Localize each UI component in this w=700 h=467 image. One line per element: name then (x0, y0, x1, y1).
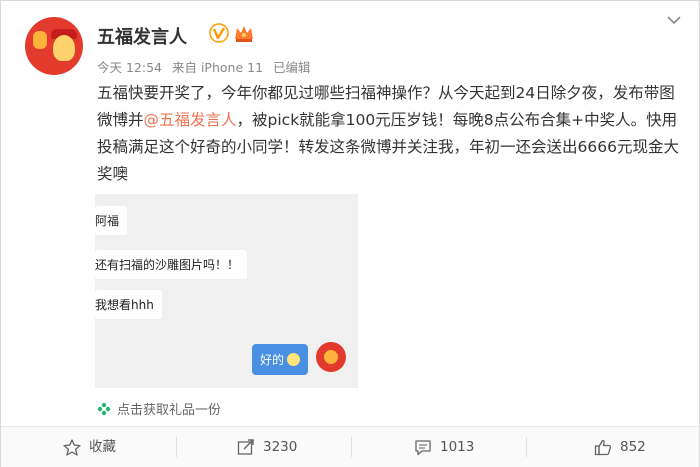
post-meta: 今天 12:54 来自 iPhone 11 已编辑 (97, 57, 317, 76)
member-crown-icon[interactable] (233, 23, 255, 43)
chat-message: 还有扫福的沙雕图片吗！！ (95, 250, 248, 279)
comment-count: 1013 (440, 439, 475, 455)
gift-link[interactable]: 点击获取礼品一份 (97, 399, 221, 418)
chat-reply: 好的 (252, 344, 309, 375)
like-button[interactable]: 852 (594, 427, 646, 467)
avatar[interactable] (25, 17, 83, 75)
post-source[interactable]: 来自 iPhone 11 (172, 60, 263, 75)
chevron-down-icon[interactable] (667, 15, 681, 25)
repost-icon (237, 438, 254, 455)
action-bar: 收藏 3230 1013 852 (1, 426, 699, 467)
post-image[interactable]: 阿福 还有扫福的沙雕图片吗！！ 我想看hhh 好的 (95, 194, 358, 388)
favorite-button[interactable]: 收藏 (63, 427, 116, 467)
chat-reply-text: 好的 (260, 353, 285, 367)
post-time[interactable]: 今天 12:54 (97, 60, 162, 75)
edited-label[interactable]: 已编辑 (273, 60, 311, 75)
like-count: 852 (620, 439, 646, 455)
favorite-label: 收藏 (89, 439, 116, 455)
comment-button[interactable]: 1013 (414, 427, 474, 467)
chat-message: 阿福 (95, 206, 128, 235)
divider (526, 437, 527, 457)
verified-icon (209, 23, 229, 43)
gift-link-label[interactable]: 点击获取礼品一份 (117, 403, 221, 418)
divider (176, 437, 177, 457)
repost-count: 3230 (263, 439, 298, 455)
chat-avatar (316, 342, 346, 372)
divider (351, 437, 352, 457)
star-icon (63, 438, 81, 456)
chat-message: 我想看hhh (95, 290, 162, 319)
thumbs-up-icon (594, 439, 612, 455)
post-text: 五福快要开奖了，今年你都见过哪些扫福神操作？从今天起到24日除夕夜，发布带图微博… (97, 80, 682, 188)
weibo-post-card: 五福发言人 今天 12:54 来自 iPhone 11 已编辑 五福快要开奖了，… (0, 0, 700, 467)
username[interactable]: 五福发言人 (97, 23, 187, 49)
smile-emoji-icon (287, 353, 301, 366)
gift-icon (97, 402, 111, 416)
repost-button[interactable]: 3230 (237, 427, 297, 467)
mention-link[interactable]: @五福发言人 (144, 111, 237, 129)
comment-icon (415, 439, 431, 455)
